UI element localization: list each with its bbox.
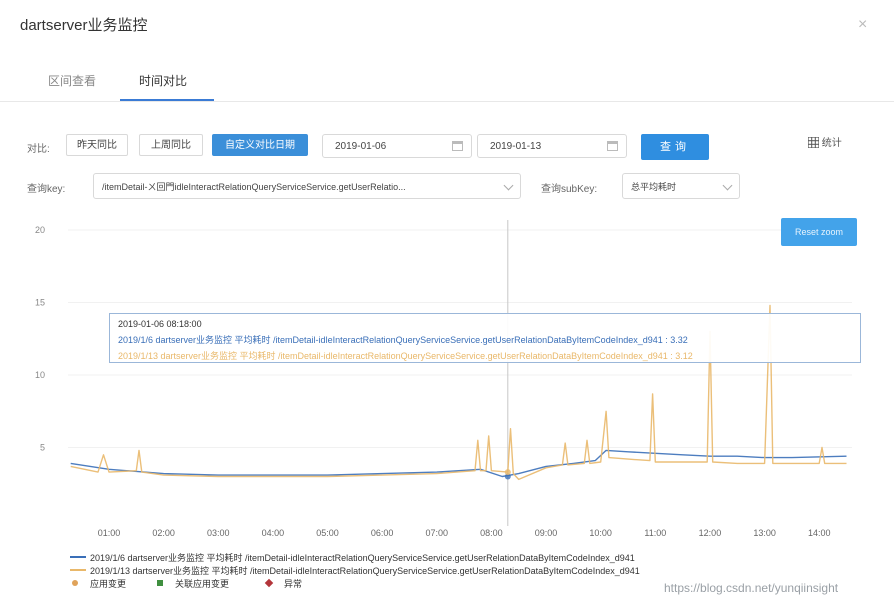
custom-date-button[interactable]: 自定义对比日期 xyxy=(212,134,308,156)
y-tick-label: 5 xyxy=(40,443,45,453)
x-tick-label: 09:00 xyxy=(535,528,558,538)
window-title: dartserver业务监控 xyxy=(20,17,148,34)
x-tick-label: 14:00 xyxy=(808,528,831,538)
tab-time-compare[interactable]: 时间对比 xyxy=(139,72,187,89)
chart-tooltip: 2019-01-06 08:18:00 2019/1/6 dartserver业… xyxy=(109,313,861,363)
x-tick-label: 12:00 xyxy=(699,528,722,538)
x-tick-label: 04:00 xyxy=(262,528,285,538)
tab-divider xyxy=(0,101,894,102)
x-tick-label: 10:00 xyxy=(589,528,612,538)
x-tick-label: 06:00 xyxy=(371,528,394,538)
stat-label: 统计 xyxy=(821,138,842,149)
date-input-2-value: 2019-01-13 xyxy=(490,141,542,152)
legend-series2[interactable]: 2019/1/13 dartserver业务监控 平均耗时 /itemDetai… xyxy=(90,564,640,577)
query-subkey-label: 查询subKey: xyxy=(541,184,598,195)
x-tick-label: 11:00 xyxy=(644,528,666,538)
query-key-select[interactable]: /itemDetail-ㄨ回門idleInteractRelationQuery… xyxy=(93,173,521,199)
tab-range-view[interactable]: 区间查看 xyxy=(48,72,96,89)
query-key-value: /itemDetail-ㄨ回門idleInteractRelationQuery… xyxy=(102,182,406,192)
legend-app-change[interactable]: 应用变更 xyxy=(90,577,126,590)
y-tick-label: 15 xyxy=(35,298,45,308)
query-key-label: 查询key: xyxy=(27,184,66,195)
tooltip-row-series1: 2019/1/6 dartserver业务监控 平均耗时 /itemDetail… xyxy=(118,335,688,345)
calendar-icon[interactable] xyxy=(452,141,463,151)
x-tick-label: 03:00 xyxy=(207,528,230,538)
lastweek-compare-button[interactable]: 上周同比 xyxy=(139,134,203,156)
compare-label: 对比: xyxy=(27,144,50,155)
app-change-marker-icon xyxy=(72,580,78,586)
chevron-down-icon xyxy=(722,180,733,191)
x-tick-label: 01:00 xyxy=(98,528,121,538)
date-input-2[interactable]: 2019-01-13 xyxy=(477,134,627,158)
stat-toggle[interactable]: 统计 xyxy=(807,134,842,149)
chevron-down-icon xyxy=(503,180,514,191)
reset-zoom-button[interactable]: Reset zoom xyxy=(781,218,857,246)
legend-related-app-change[interactable]: 关联应用变更 xyxy=(175,577,229,590)
grid-icon xyxy=(807,136,820,149)
anomaly-marker-icon xyxy=(264,578,274,588)
y-tick-label: 20 xyxy=(35,225,45,235)
related-app-change-marker-icon xyxy=(157,580,163,586)
watermark: https://blog.csdn.net/yunqiinsight xyxy=(664,581,839,595)
legend-series1-swatch xyxy=(70,556,86,558)
hover-point xyxy=(504,469,511,476)
tooltip-time: 2019-01-06 08:18:00 xyxy=(118,319,202,329)
legend-series2-swatch xyxy=(70,569,86,571)
y-tick-label: 10 xyxy=(35,370,45,380)
yesterday-compare-button[interactable]: 昨天同比 xyxy=(66,134,128,156)
date-input-1-value: 2019-01-06 xyxy=(335,141,387,152)
query-subkey-value: 总平均耗时 xyxy=(631,182,677,192)
legend-series1[interactable]: 2019/1/6 dartserver业务监控 平均耗时 /itemDetail… xyxy=(90,551,635,564)
tooltip-row-series2: 2019/1/13 dartserver业务监控 平均耗时 /itemDetai… xyxy=(118,351,693,361)
query-button[interactable]: 查询 xyxy=(641,134,709,160)
tab-bar: 区间查看 时间对比 xyxy=(0,62,894,102)
x-tick-label: 05:00 xyxy=(316,528,339,538)
x-tick-label: 07:00 xyxy=(426,528,449,538)
x-tick-label: 13:00 xyxy=(753,528,776,538)
date-input-1[interactable]: 2019-01-06 xyxy=(322,134,472,158)
x-tick-label: 08:00 xyxy=(480,528,503,538)
close-icon[interactable]: × xyxy=(858,16,867,34)
query-subkey-select[interactable]: 总平均耗时 xyxy=(622,173,740,199)
x-tick-label: 02:00 xyxy=(152,528,175,538)
legend-anomaly[interactable]: 异常 xyxy=(284,577,302,590)
line-chart[interactable]: 20 15 10 5 01:00 02:00 03:00 04:00 05:00 06:00 07:… xyxy=(0,200,894,550)
calendar-icon[interactable] xyxy=(607,141,618,151)
